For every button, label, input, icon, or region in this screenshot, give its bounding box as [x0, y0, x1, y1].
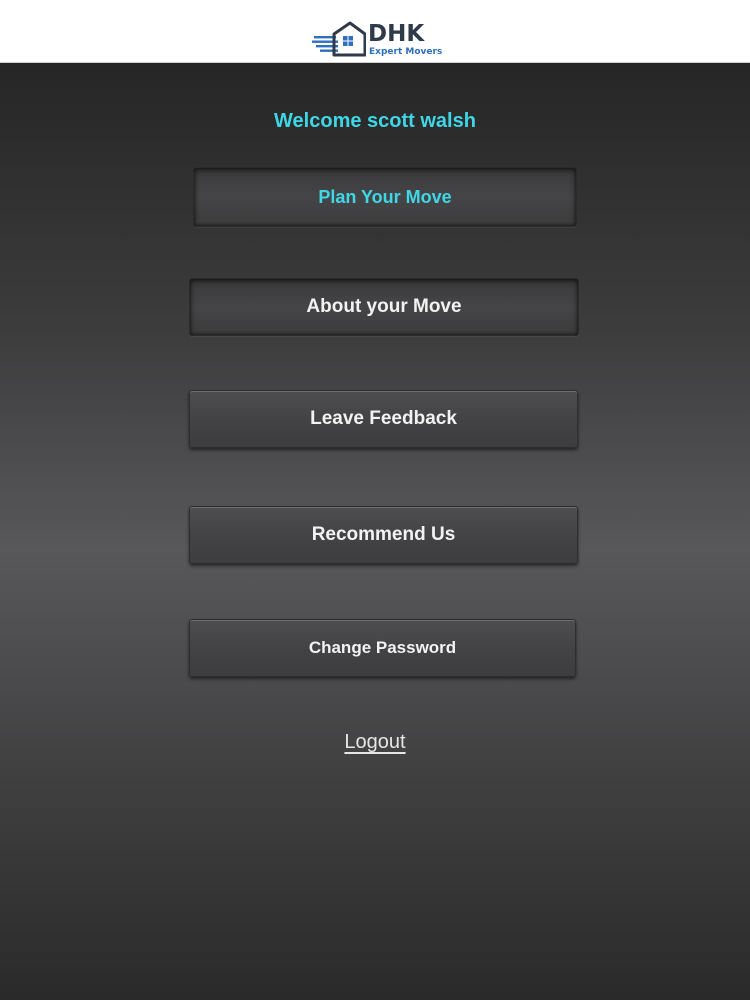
logout-container: Logout — [0, 731, 750, 754]
welcome-message: Welcome scott walsh — [274, 110, 476, 132]
logout-link[interactable]: Logout — [344, 731, 405, 753]
dhk-logo: DHK Expert Movers — [312, 19, 442, 59]
logo-tagline: Expert Movers — [369, 47, 443, 57]
main-menu-area: Welcome scott walsh Plan Your Move About… — [0, 63, 750, 1000]
plan-your-move-button[interactable]: Plan Your Move — [193, 167, 577, 227]
house-with-speed-lines-icon — [312, 21, 366, 57]
logo-name: DHK — [368, 21, 425, 47]
app-header: DHK Expert Movers — [0, 0, 750, 63]
about-your-move-button[interactable]: About your Move — [189, 278, 579, 336]
change-password-button[interactable]: Change Password — [189, 619, 576, 677]
leave-feedback-button[interactable]: Leave Feedback — [189, 390, 578, 448]
app-screen: DHK Expert Movers Welcome scott walsh Pl… — [0, 0, 750, 1000]
recommend-us-button[interactable]: Recommend Us — [189, 506, 578, 564]
